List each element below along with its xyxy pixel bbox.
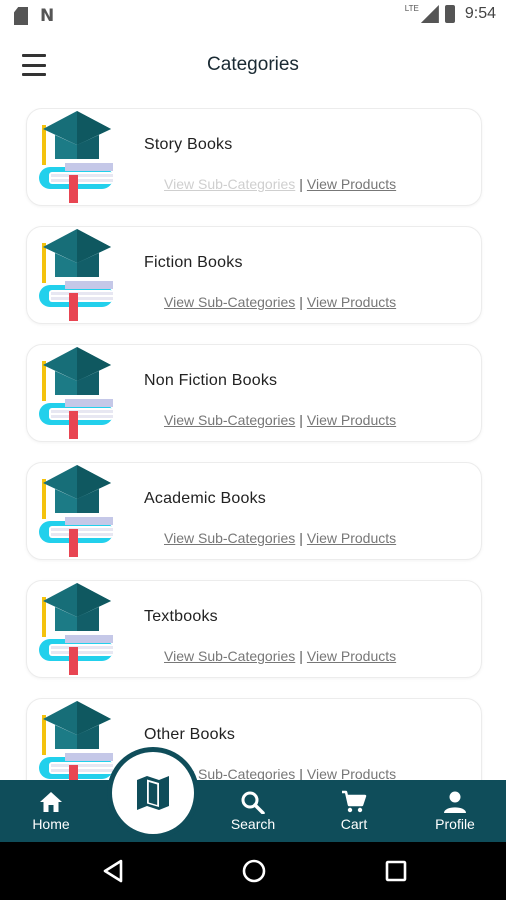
nav-search-label: Search xyxy=(230,816,276,832)
category-title: Story Books xyxy=(144,136,233,153)
status-left: N xyxy=(14,6,54,26)
category-links: View Sub-Categories | View Products xyxy=(164,294,396,310)
link-separator: | xyxy=(299,530,303,546)
back-icon[interactable] xyxy=(99,857,127,885)
graduation-books-icon xyxy=(39,111,113,203)
link-separator: | xyxy=(299,766,303,780)
page-title: Categories xyxy=(207,54,299,75)
category-title: Fiction Books xyxy=(144,254,243,271)
battery-icon xyxy=(444,5,455,23)
nav-cart[interactable]: Cart xyxy=(314,780,394,842)
view-sub-categories-link[interactable]: View Sub-Categories xyxy=(164,530,295,546)
nav-profile-label: Profile xyxy=(435,816,475,832)
category-title: Textbooks xyxy=(144,608,218,625)
view-products-link[interactable]: View Products xyxy=(307,294,396,310)
category-title: Academic Books xyxy=(144,490,266,507)
view-sub-categories-link[interactable]: View Sub-Categories xyxy=(164,648,295,664)
status-bar: N LTE 9:54 xyxy=(0,0,506,32)
view-products-link[interactable]: View Products xyxy=(307,176,396,192)
profile-icon xyxy=(444,791,466,813)
link-separator: | xyxy=(299,294,303,310)
view-sub-categories-link[interactable]: View Sub-Categories xyxy=(164,412,295,428)
category-links: View Sub-Categories | View Products xyxy=(164,176,396,192)
view-sub-categories-link[interactable]: View Sub-Categories xyxy=(164,294,295,310)
view-products-link[interactable]: View Products xyxy=(307,648,396,664)
nav-home-label: Home xyxy=(32,816,70,832)
signal-icon xyxy=(420,5,439,23)
category-links: View Sub-Categories | View Products xyxy=(164,766,396,780)
category-links: View Sub-Categories | View Products xyxy=(164,648,396,664)
recents-icon[interactable] xyxy=(382,857,410,885)
home-circle-icon[interactable] xyxy=(240,857,268,885)
view-products-link[interactable]: View Products xyxy=(307,412,396,428)
graduation-books-icon xyxy=(39,347,113,439)
graduation-books-icon xyxy=(39,229,113,321)
home-icon xyxy=(40,792,62,812)
category-card-story-books[interactable]: Story Books View Sub-Categories | View Pro… xyxy=(26,108,482,206)
search-icon xyxy=(241,791,265,814)
link-separator: | xyxy=(299,412,303,428)
category-title: Other Books xyxy=(144,726,236,743)
category-card-academic-books[interactable]: Academic Books View Sub-Categories | View … xyxy=(26,462,482,560)
app-screen: N LTE 9:54 Categories Story Books View S… xyxy=(0,0,506,900)
status-right: LTE 9:54 xyxy=(404,3,496,23)
map-button[interactable] xyxy=(112,752,194,834)
category-card-textbooks[interactable]: Textbooks View Sub-Categories | View Produ… xyxy=(26,580,482,678)
n-notification-icon: N xyxy=(40,6,55,26)
category-list[interactable]: Story Books View Sub-Categories | View Pro… xyxy=(0,108,506,780)
map-icon xyxy=(137,776,169,810)
category-links: View Sub-Categories | View Products xyxy=(164,530,396,546)
graduation-books-icon xyxy=(39,465,113,557)
category-card-other-books[interactable]: Other Books View Sub-Categories | View Pro… xyxy=(26,698,482,780)
nav-home[interactable]: Home xyxy=(11,780,91,842)
sim-card-icon xyxy=(14,7,28,25)
view-sub-categories-link[interactable]: View Sub-Categories xyxy=(164,176,295,192)
bottom-navigation: Home Search Cart Profile xyxy=(0,780,506,842)
view-products-link[interactable]: View Products xyxy=(307,766,396,780)
link-separator: | xyxy=(299,176,303,192)
graduation-books-icon xyxy=(39,583,113,675)
category-card-fiction-books[interactable]: Fiction Books View Sub-Categories | View P… xyxy=(26,226,482,324)
category-card-non-fiction-books[interactable]: Non Fiction Books View Sub-Categories | Vi… xyxy=(26,344,482,442)
clock: 9:54 xyxy=(464,5,496,22)
view-products-link[interactable]: View Products xyxy=(307,530,396,546)
nav-profile[interactable]: Profile xyxy=(415,780,495,842)
system-navigation-bar xyxy=(0,842,506,900)
graduation-books-icon xyxy=(39,701,113,780)
link-separator: | xyxy=(299,648,303,664)
lte-label: LTE xyxy=(404,3,419,13)
app-bar: Categories xyxy=(0,40,506,90)
nav-search[interactable]: Search xyxy=(213,780,293,842)
category-links: View Sub-Categories | View Products xyxy=(164,412,396,428)
category-title: Non Fiction Books xyxy=(144,372,278,389)
nav-cart-label: Cart xyxy=(340,816,368,832)
cart-icon xyxy=(342,790,367,813)
